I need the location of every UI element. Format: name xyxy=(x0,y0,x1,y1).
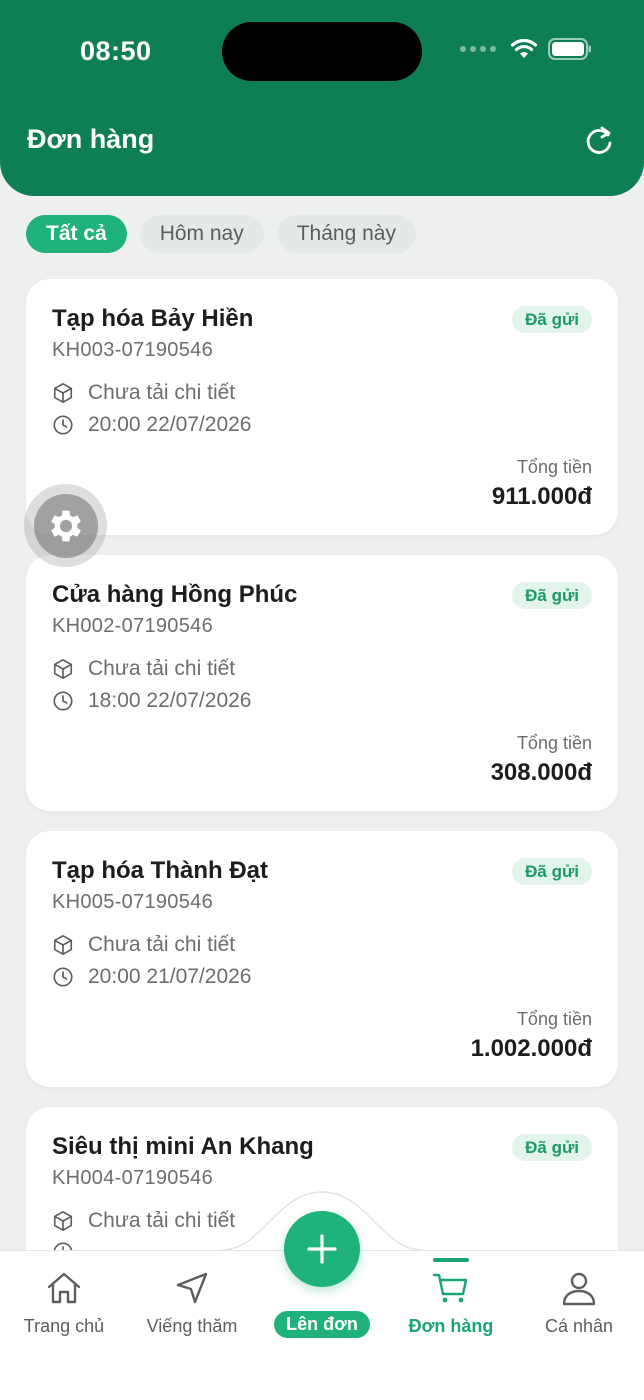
settings-floating-button[interactable] xyxy=(24,484,107,567)
status-badge: Đã gửi xyxy=(512,858,592,885)
order-detail-row: Chưa tải chi tiết xyxy=(52,381,235,405)
order-customer-name: Cửa hàng Hồng Phúc xyxy=(52,581,298,608)
total-value: 911.000đ xyxy=(491,483,592,510)
order-detail-text: Chưa tải chi tiết xyxy=(88,1209,236,1232)
total-value: 1.002.000đ xyxy=(470,1035,592,1062)
tab-profile-label: Cá nhân xyxy=(544,1316,614,1336)
order-detail-row: Chưa tải chi tiết xyxy=(52,933,235,957)
active-tab-indicator xyxy=(433,1258,469,1262)
add-order-button[interactable] xyxy=(284,1211,360,1287)
status-icons xyxy=(460,38,592,60)
order-code: KH002-07190546 xyxy=(52,615,213,637)
wifi-icon xyxy=(510,38,538,58)
filter-this-month[interactable]: Tháng này xyxy=(276,215,416,253)
filter-chips: Tất cả Hôm nay Tháng này xyxy=(26,215,416,253)
box-icon xyxy=(53,659,73,679)
battery-icon xyxy=(548,38,591,60)
order-code: KH003-07190546 xyxy=(52,339,213,361)
total-label: Tổng tiền xyxy=(516,457,592,477)
tab-home[interactable]: Trang chủ xyxy=(4,1268,124,1337)
order-customer-name: Tạp hóa Bảy Hiền xyxy=(52,305,254,332)
status-badge: Đã gửi xyxy=(512,306,592,333)
order-detail-text: Chưa tải chi tiết xyxy=(88,933,236,956)
cart-icon xyxy=(432,1273,468,1303)
status-badge: Đã gửi xyxy=(512,582,592,609)
order-time-row: 20:00 21/07/2026 xyxy=(52,965,252,989)
order-datetime: 20:00 21/07/2026 xyxy=(88,965,252,988)
tab-home-label: Trang chủ xyxy=(23,1316,105,1336)
page-title: Đơn hàng xyxy=(27,124,155,154)
order-time-row: 18:00 22/07/2026 xyxy=(52,689,252,713)
tab-orders-label: Đơn hàng xyxy=(408,1316,494,1336)
status-badge: Đã gửi xyxy=(512,1134,592,1161)
plus-icon xyxy=(307,1234,337,1264)
total-label: Tổng tiền xyxy=(516,1009,592,1029)
order-customer-name: Siêu thị mini An Khang xyxy=(52,1133,314,1160)
order-detail-row: Chưa tải chi tiết xyxy=(52,1209,235,1233)
order-card[interactable]: Tạp hóa Bảy Hiền KH003-07190546 Đã gửi C… xyxy=(26,279,618,535)
order-detail-text: Chưa tải chi tiết xyxy=(88,657,236,680)
order-card[interactable]: Cửa hàng Hồng Phúc KH002-07190546 Đã gửi… xyxy=(26,555,618,811)
tab-orders[interactable]: Đơn hàng xyxy=(391,1268,511,1337)
filter-today[interactable]: Hôm nay xyxy=(139,215,264,253)
box-icon xyxy=(53,1211,73,1231)
clock-icon xyxy=(53,691,73,711)
total-label: Tổng tiền xyxy=(516,733,592,753)
order-detail-row: Chưa tải chi tiết xyxy=(52,657,235,681)
settings-button-inner xyxy=(33,493,98,558)
navigation-icon xyxy=(176,1272,208,1304)
user-icon xyxy=(562,1272,596,1306)
tab-profile[interactable]: Cá nhân xyxy=(519,1268,639,1337)
signal-icon xyxy=(460,46,496,52)
order-datetime: 20:00 22/07/2026 xyxy=(88,413,252,436)
box-icon xyxy=(53,935,73,955)
filter-all[interactable]: Tất cả xyxy=(26,215,127,253)
tab-visit-label: Viếng thăm xyxy=(146,1316,238,1336)
clock-icon xyxy=(53,415,73,435)
order-code: KH004-07190546 xyxy=(52,1167,213,1189)
app-header: 08:50 Đơn hàng xyxy=(0,0,644,196)
box-icon xyxy=(53,383,73,403)
home-icon xyxy=(47,1272,81,1304)
tab-visit[interactable]: Viếng thăm xyxy=(132,1268,252,1337)
refresh-icon[interactable] xyxy=(582,124,616,158)
order-customer-name: Tạp hóa Thành Đạt xyxy=(52,857,268,884)
order-detail-text: Chưa tải chi tiết xyxy=(88,381,236,404)
clock-icon xyxy=(53,967,73,987)
total-value: 308.000đ xyxy=(490,759,592,786)
add-order-label[interactable]: Lên đơn xyxy=(274,1311,370,1338)
order-datetime: 18:00 22/07/2026 xyxy=(88,689,252,712)
order-card[interactable]: Tạp hóa Thành Đạt KH005-07190546 Đã gửi … xyxy=(26,831,618,1087)
order-time-row: 20:00 22/07/2026 xyxy=(52,413,252,437)
dynamic-island xyxy=(222,22,422,81)
gear-icon xyxy=(50,510,81,541)
order-code: KH005-07190546 xyxy=(52,891,213,913)
status-time: 08:50 xyxy=(80,36,152,66)
